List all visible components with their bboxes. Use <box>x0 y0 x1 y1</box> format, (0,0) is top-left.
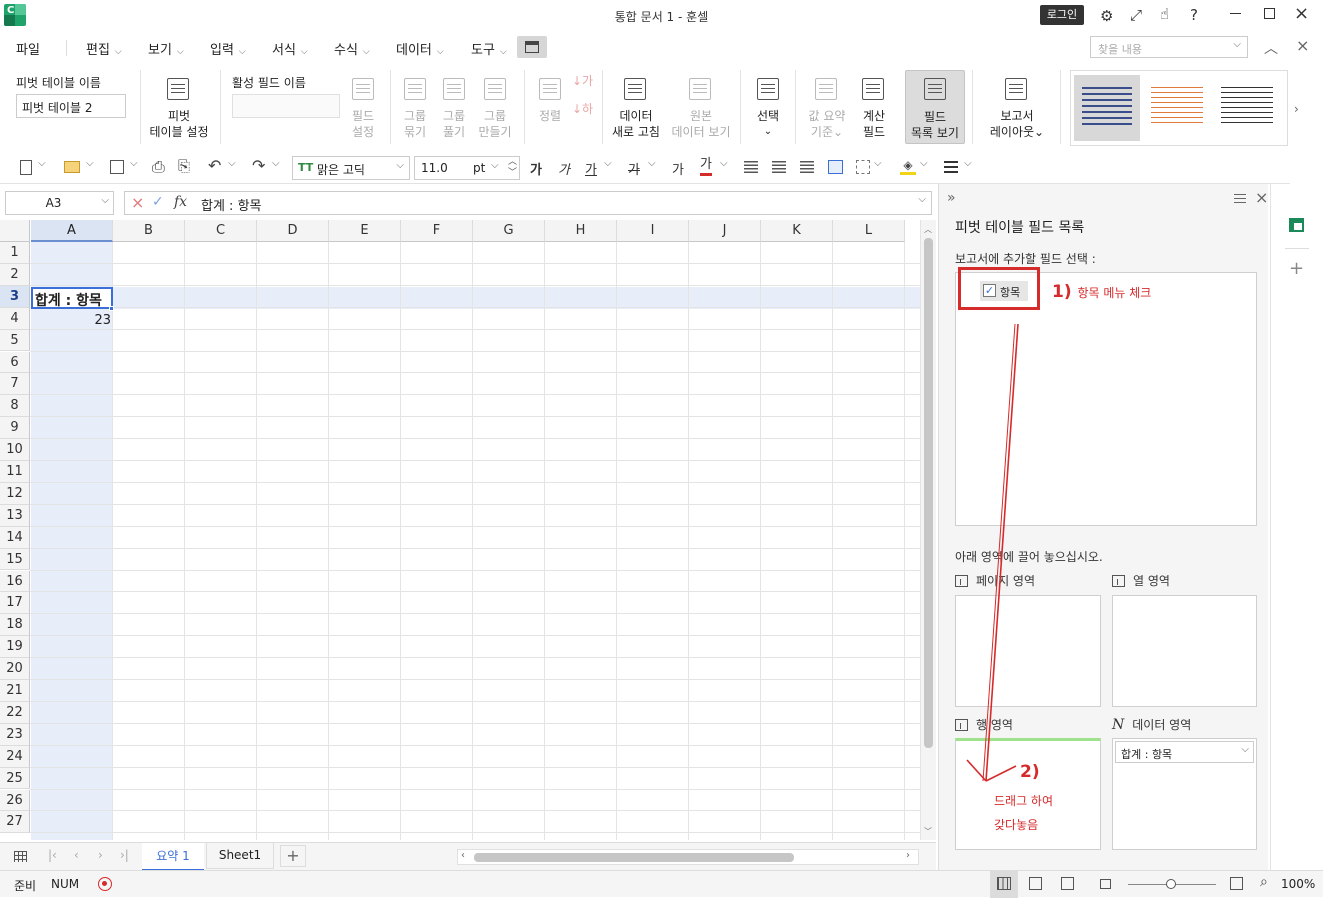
annotation-step2-line2: 갖다놓음 <box>994 818 1039 832</box>
annotation-step2-num: 2) <box>1020 762 1040 782</box>
annotation-step2-line1: 드래그 하여 <box>994 794 1054 808</box>
annotation-drag-arrow <box>966 323 1019 782</box>
